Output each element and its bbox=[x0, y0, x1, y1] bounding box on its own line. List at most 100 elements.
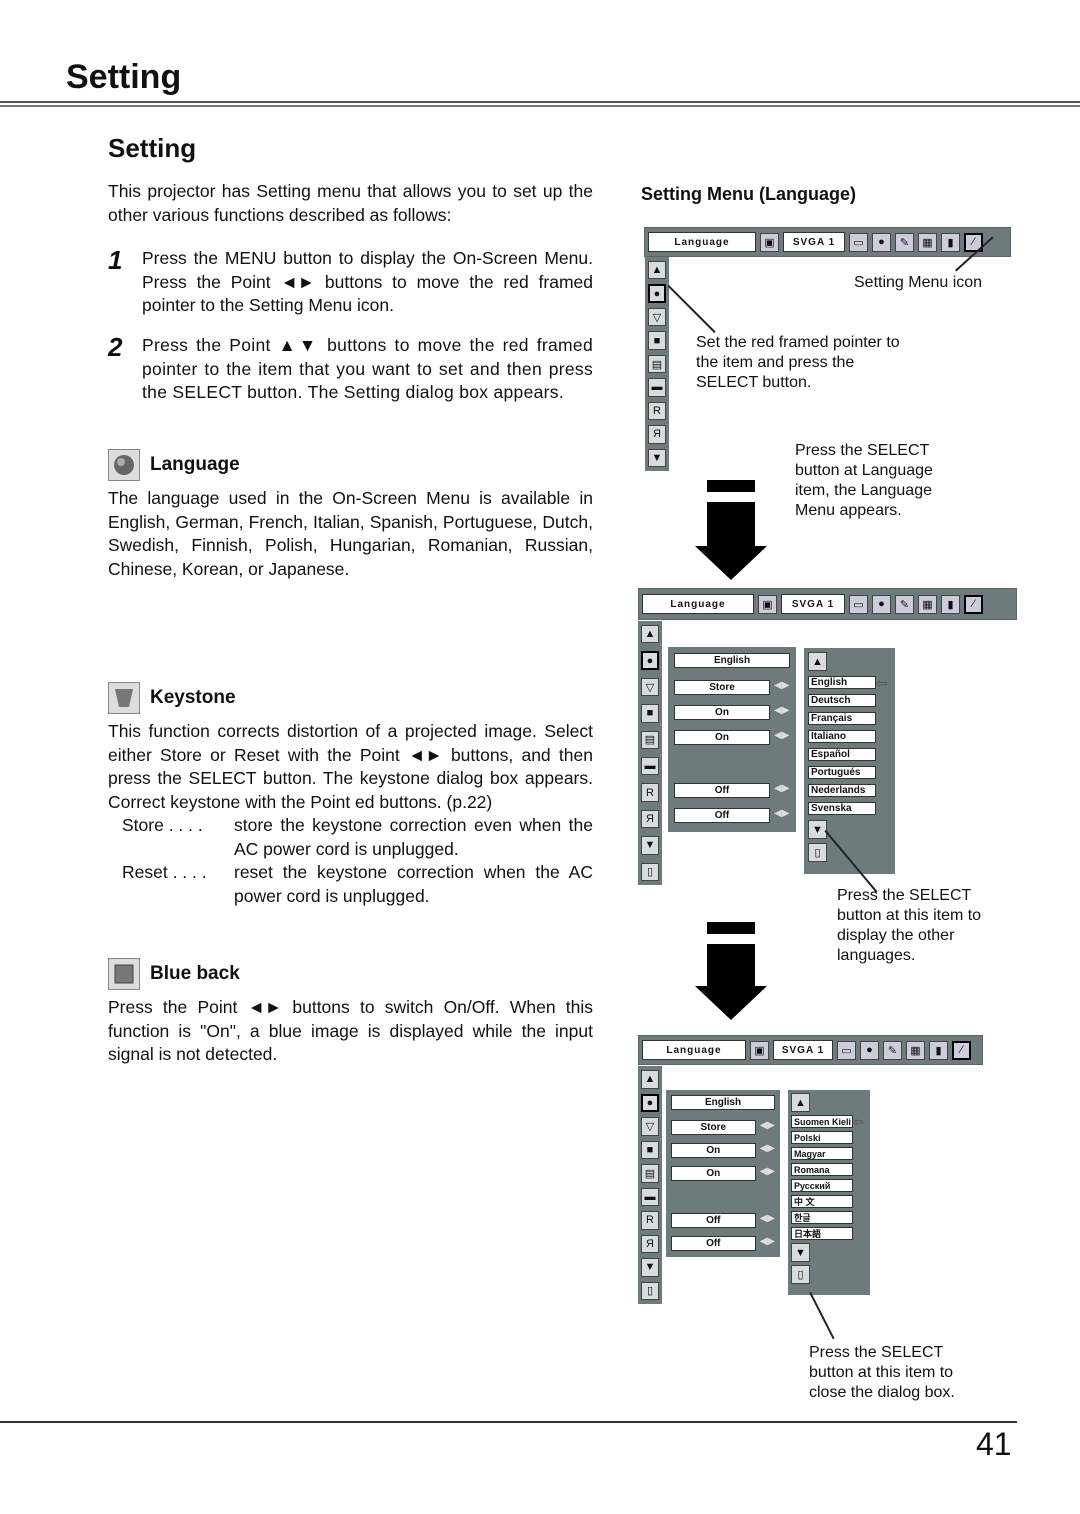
pc-adjust-icon[interactable]: ▭ bbox=[837, 1040, 856, 1060]
ceiling-item-icon[interactable]: R bbox=[641, 783, 659, 802]
left-right-arrows-icon[interactable]: ◀▶ bbox=[774, 808, 789, 823]
sound-icon[interactable]: ▮ bbox=[941, 594, 960, 614]
rear-item-icon[interactable]: Я bbox=[641, 1234, 659, 1254]
blue-back-item-icon[interactable]: ■ bbox=[641, 1140, 659, 1160]
language-option[interactable]: Polski bbox=[791, 1131, 853, 1144]
keystone-item-icon[interactable]: ▽ bbox=[641, 677, 659, 697]
left-right-arrows-icon[interactable]: ◀▶ bbox=[760, 1120, 775, 1135]
menu-label-field: Language bbox=[642, 1040, 746, 1060]
language-option[interactable]: Magyar bbox=[791, 1147, 853, 1160]
left-right-arrows-icon[interactable]: ◀▶ bbox=[774, 705, 789, 720]
sound-icon[interactable]: ▮ bbox=[929, 1040, 948, 1060]
screen-icon[interactable]: ▦ bbox=[918, 232, 937, 252]
language-option[interactable]: Romana bbox=[791, 1163, 853, 1176]
image-select-icon[interactable]: ● bbox=[860, 1040, 879, 1060]
blue-back-item-icon[interactable]: ■ bbox=[648, 331, 666, 350]
input-icon[interactable]: ▣ bbox=[758, 594, 777, 614]
exit-icon[interactable]: ▯ bbox=[641, 1281, 659, 1301]
right-heading: Setting Menu (Language) bbox=[641, 184, 856, 204]
language-value[interactable]: English bbox=[671, 1095, 775, 1110]
left-right-arrows-icon[interactable]: ◀▶ bbox=[760, 1166, 775, 1181]
keystone-value[interactable]: Store bbox=[671, 1120, 756, 1135]
pc-adjust-icon[interactable]: ▭ bbox=[849, 232, 868, 252]
language-option[interactable]: Русский bbox=[791, 1179, 853, 1192]
language-option[interactable]: 日本語 bbox=[791, 1227, 853, 1240]
rear-item-icon[interactable]: Я bbox=[641, 809, 659, 829]
blue-back-icon bbox=[108, 958, 140, 990]
up-arrow-icon[interactable]: ▲ bbox=[648, 261, 666, 280]
language-option[interactable]: 中 文 bbox=[791, 1195, 853, 1208]
exit-icon[interactable]: ▯ bbox=[791, 1265, 810, 1284]
image-adjust-icon[interactable]: ✎ bbox=[895, 232, 914, 252]
language-option[interactable]: Italiano bbox=[808, 730, 876, 743]
logo-item-icon[interactable]: ▤ bbox=[648, 354, 666, 374]
blue-back-value[interactable]: On bbox=[674, 705, 770, 720]
ceiling-item-icon[interactable]: R bbox=[648, 401, 666, 421]
input-icon[interactable]: ▣ bbox=[760, 232, 779, 252]
screen-icon[interactable]: ▦ bbox=[906, 1040, 925, 1060]
left-right-arrows-icon[interactable]: ◀▶ bbox=[774, 783, 789, 798]
list-down-icon[interactable]: ▼ bbox=[791, 1243, 810, 1262]
logo-value[interactable]: On bbox=[671, 1166, 756, 1181]
list-up-icon[interactable]: ▲ bbox=[808, 652, 827, 671]
image-select-icon[interactable]: ● bbox=[872, 232, 891, 252]
left-right-arrows-icon[interactable]: ◀▶ bbox=[774, 680, 789, 695]
ceiling-value[interactable]: Off bbox=[671, 1213, 756, 1228]
setting-menu-icon[interactable]: ⁄ bbox=[964, 594, 983, 614]
language-option[interactable]: 한글 bbox=[791, 1211, 853, 1224]
up-arrow-icon[interactable]: ▲ bbox=[641, 1070, 659, 1089]
source-field: SVGA 1 bbox=[781, 594, 845, 614]
list-down-icon[interactable]: ▼ bbox=[808, 820, 827, 839]
logo-item-icon[interactable]: ▤ bbox=[641, 1164, 659, 1183]
left-right-arrows-icon[interactable]: ◀▶ bbox=[774, 730, 789, 745]
display-item-icon[interactable]: ▬ bbox=[648, 378, 666, 397]
down-arrow-icon[interactable]: ▼ bbox=[641, 1258, 659, 1277]
list-up-icon[interactable]: ▲ bbox=[791, 1093, 810, 1112]
language-item-icon[interactable]: ● bbox=[648, 284, 666, 303]
image-adjust-icon[interactable]: ✎ bbox=[895, 594, 914, 614]
rear-value[interactable]: Off bbox=[671, 1236, 756, 1251]
logo-item-icon[interactable]: ▤ bbox=[641, 730, 659, 750]
blue-back-value[interactable]: On bbox=[671, 1143, 756, 1158]
language-option[interactable]: English bbox=[808, 676, 876, 689]
input-icon[interactable]: ▣ bbox=[750, 1040, 769, 1060]
language-option[interactable]: Deutsch bbox=[808, 694, 876, 707]
settings-panel-2: English Store ◀▶ On ◀▶ On ◀▶ Off ◀▶ Off ◀▶ bbox=[668, 647, 796, 832]
image-select-icon[interactable]: ● bbox=[872, 594, 891, 614]
language-option[interactable]: Svenska bbox=[808, 802, 876, 815]
left-right-arrows-icon[interactable]: ◀▶ bbox=[760, 1213, 775, 1228]
page-number: 41 bbox=[976, 1426, 1012, 1462]
screen-icon[interactable]: ▦ bbox=[918, 594, 937, 614]
down-arrow-icon[interactable]: ▼ bbox=[648, 448, 666, 467]
left-right-arrows-icon[interactable]: ◀▶ bbox=[760, 1236, 775, 1251]
ceiling-value[interactable]: Off bbox=[674, 783, 770, 798]
language-item-icon[interactable]: ● bbox=[641, 1093, 659, 1113]
rear-value[interactable]: Off bbox=[674, 808, 770, 823]
pointer-arrow-icon: ⇦ bbox=[853, 1114, 864, 1129]
language-option[interactable]: Suomen Kieli bbox=[791, 1115, 853, 1128]
up-arrow-icon[interactable]: ▲ bbox=[641, 625, 659, 644]
ceiling-item-icon[interactable]: R bbox=[641, 1211, 659, 1230]
language-option[interactable]: Nederlands bbox=[808, 784, 876, 797]
down-arrow-icon[interactable]: ▼ bbox=[641, 836, 659, 855]
display-item-icon[interactable]: ▬ bbox=[641, 1187, 659, 1207]
language-option[interactable]: Français bbox=[808, 712, 876, 725]
language-option[interactable]: Español bbox=[808, 748, 876, 761]
language-option[interactable]: Portugués bbox=[808, 766, 876, 779]
left-right-arrows-icon[interactable]: ◀▶ bbox=[760, 1143, 775, 1158]
rear-item-icon[interactable]: Я bbox=[648, 425, 666, 444]
pc-adjust-icon[interactable]: ▭ bbox=[849, 594, 868, 614]
exit-icon[interactable]: ▯ bbox=[641, 862, 659, 881]
keystone-item-icon[interactable]: ▽ bbox=[641, 1117, 659, 1136]
language-item-icon[interactable]: ● bbox=[641, 651, 659, 670]
sound-icon[interactable]: ▮ bbox=[941, 232, 960, 252]
keystone-item-icon[interactable]: ▽ bbox=[648, 307, 666, 327]
display-item-icon[interactable]: ▬ bbox=[641, 757, 659, 776]
keystone-value[interactable]: Store bbox=[674, 680, 770, 695]
image-adjust-icon[interactable]: ✎ bbox=[883, 1040, 902, 1060]
logo-value[interactable]: On bbox=[674, 730, 770, 745]
exit-icon[interactable]: ▯ bbox=[808, 843, 827, 862]
language-value[interactable]: English bbox=[674, 653, 790, 668]
blue-back-item-icon[interactable]: ■ bbox=[641, 704, 659, 723]
setting-menu-icon[interactable]: ⁄ bbox=[952, 1040, 971, 1060]
